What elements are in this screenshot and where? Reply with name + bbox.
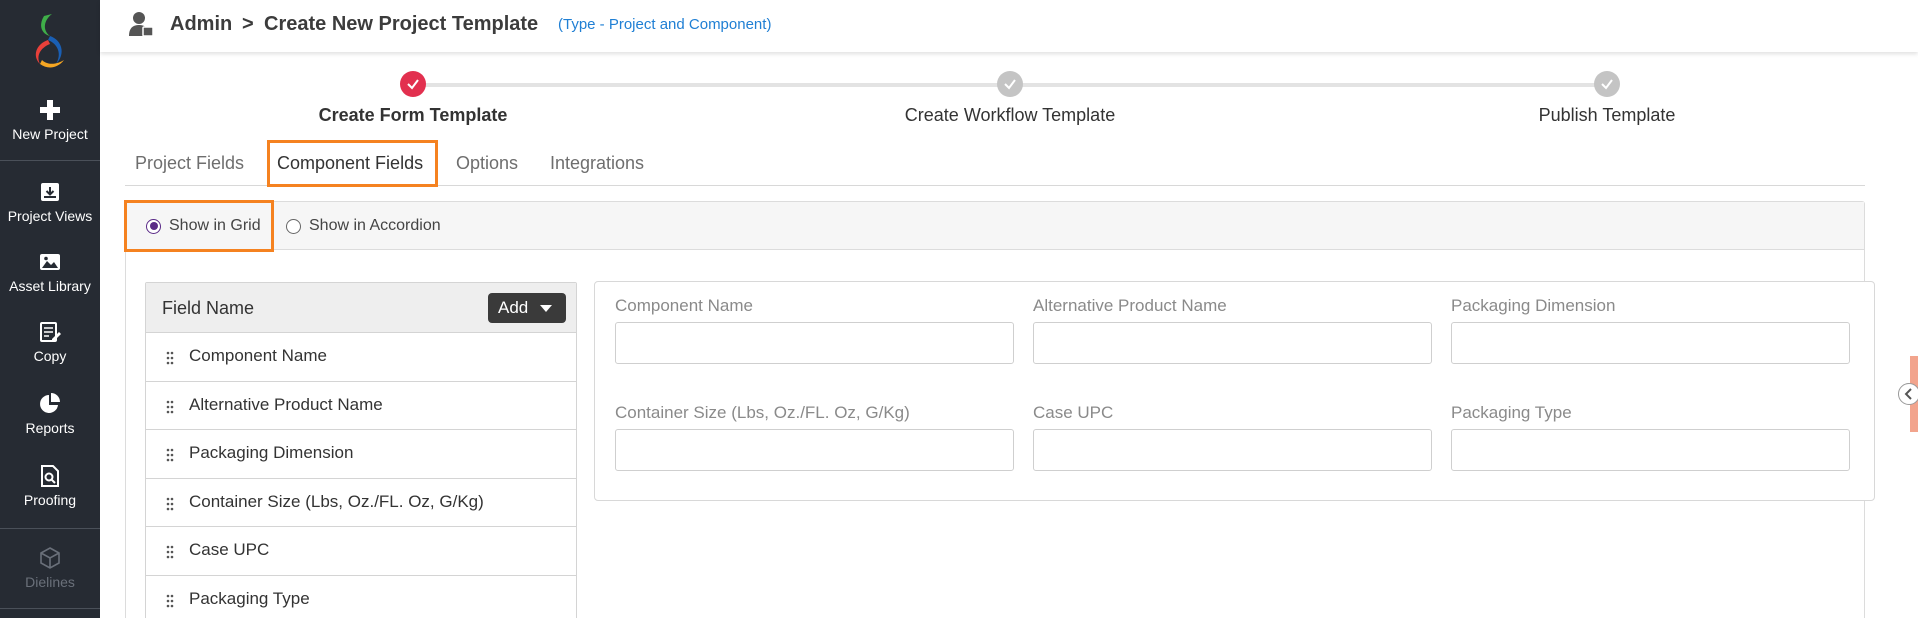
preview-field-label: Component Name xyxy=(615,296,753,315)
field-list-title: Field Name xyxy=(162,298,255,318)
step-2-label[interactable]: Create Workflow Template xyxy=(905,105,1115,126)
sidebar-item-project-views[interactable]: Project Views xyxy=(0,180,100,224)
sidebar-divider xyxy=(0,528,100,529)
sidebar-item-asset-library[interactable]: Asset Library xyxy=(0,250,100,294)
caret-down-icon xyxy=(540,304,553,312)
check-icon xyxy=(1601,79,1613,90)
tab-project-fields[interactable]: Project Fields xyxy=(135,153,244,174)
sidebar-divider xyxy=(0,608,100,609)
top-header: Admin > Create New Project Template (Typ… xyxy=(100,0,1918,52)
drag-handle-icon[interactable] xyxy=(166,400,174,414)
field-row-label: Component Name xyxy=(189,346,327,365)
sidebar-item-copy[interactable]: Copy xyxy=(0,320,100,364)
radio-unchecked-icon[interactable] xyxy=(286,218,301,234)
field-row-label: Container Size (Lbs, Oz./FL. Oz, G/Kg) xyxy=(189,491,484,511)
field-row[interactable]: Container Size (Lbs, Oz./FL. Oz, G/Kg) xyxy=(146,479,576,527)
add-field-button[interactable]: Add xyxy=(488,293,566,323)
add-button-label: Add xyxy=(498,298,529,317)
preview-field-label: Packaging Dimension xyxy=(1451,296,1616,315)
chevron-left-icon xyxy=(1904,388,1912,400)
check-icon xyxy=(1004,79,1016,90)
field-row-label: Case UPC xyxy=(189,540,270,559)
step-3-indicator xyxy=(1594,71,1620,97)
cube-icon xyxy=(40,547,60,569)
sidebar-item-label: New Project xyxy=(12,126,88,142)
admin-user-icon xyxy=(129,12,154,37)
step-2-indicator xyxy=(997,71,1023,97)
field-row-label: Packaging Type xyxy=(189,588,310,608)
drag-handle-icon[interactable] xyxy=(166,594,174,608)
preview-field-input[interactable] xyxy=(1033,322,1432,364)
radio-highlight-frame xyxy=(124,200,274,252)
radio-label: Show in Accordion xyxy=(309,217,441,234)
preview-field-input[interactable] xyxy=(1451,429,1850,471)
sidebar-item-proofing[interactable]: Proofing xyxy=(0,464,100,508)
field-row[interactable]: Packaging Dimension xyxy=(146,430,576,479)
plus-icon xyxy=(40,100,60,120)
sidebar-item-label: Copy xyxy=(33,348,67,364)
tab-options[interactable]: Options xyxy=(456,153,518,174)
preview-field-input[interactable] xyxy=(1451,322,1850,364)
sidebar-item-reports[interactable]: Reports xyxy=(0,392,100,436)
sidebar-item-label: Dielines xyxy=(25,574,75,590)
app-root: New Project Project Views Asset Library xyxy=(0,0,1918,618)
preview-field-label: Container Size (Lbs, Oz./FL. Oz, G/Kg) xyxy=(615,403,910,422)
field-row[interactable]: Case UPC xyxy=(146,527,576,576)
pie-chart-icon xyxy=(40,393,60,413)
preview-field-label: Packaging Type xyxy=(1451,403,1572,422)
step-3-label[interactable]: Publish Template xyxy=(1539,105,1676,126)
step-1-label[interactable]: Create Form Template xyxy=(319,105,508,126)
breadcrumb-separator: > xyxy=(242,13,254,35)
sidebar-item-label: Project Views xyxy=(7,208,93,224)
check-icon xyxy=(407,79,419,90)
sidebar-item-dielines[interactable]: Dielines xyxy=(0,546,100,590)
sidebar-item-label: Reports xyxy=(25,420,75,436)
field-rows: Component Name Alternative Product Name Pa… xyxy=(146,333,576,618)
preview-field-input[interactable] xyxy=(615,322,1014,364)
brand-logo-icon[interactable] xyxy=(22,10,78,72)
drag-handle-icon[interactable] xyxy=(166,448,174,462)
field-row-label: Packaging Dimension xyxy=(189,443,354,462)
drag-handle-icon[interactable] xyxy=(166,497,174,511)
edit-document-icon xyxy=(40,322,61,342)
preview-field-input[interactable] xyxy=(1033,429,1432,471)
sidebar-item-label: Proofing xyxy=(23,492,77,508)
sidebar: New Project Project Views Asset Library xyxy=(0,0,100,618)
field-row[interactable]: Packaging Type xyxy=(146,576,576,618)
step-1-indicator xyxy=(400,71,426,97)
display-mode-bar: Show in Grid Show in Accordion xyxy=(126,202,1864,250)
preview-field-label: Case UPC xyxy=(1033,403,1114,422)
sidebar-item-label: Asset Library xyxy=(9,278,91,294)
tab-integrations[interactable]: Integrations xyxy=(550,153,644,174)
drag-handle-icon[interactable] xyxy=(166,545,174,559)
drag-handle-icon[interactable] xyxy=(166,351,174,365)
field-list: Field Name Add Component Name Alternative… xyxy=(145,282,577,618)
field-row-label: Alternative Product Name xyxy=(189,394,383,414)
sidebar-item-new-project[interactable]: New Project xyxy=(0,98,100,142)
field-row[interactable]: Alternative Product Name xyxy=(146,382,576,430)
radio-show-in-accordion[interactable]: Show in Accordion xyxy=(286,217,441,235)
collapse-toggle-button[interactable] xyxy=(1898,383,1918,405)
archive-icon xyxy=(41,183,59,201)
sidebar-divider xyxy=(0,160,100,161)
page-title: Create New Project Template xyxy=(264,13,539,35)
form-preview: Component Name Alternative Product Name Pa… xyxy=(594,281,1875,501)
field-row[interactable]: Component Name xyxy=(146,333,576,382)
preview-field-label: Alternative Product Name xyxy=(1033,296,1227,315)
tab-highlight-frame xyxy=(267,140,438,187)
template-type-note: (Type - Project and Component) xyxy=(558,16,772,33)
image-icon xyxy=(40,254,60,270)
field-list-header: Field Name Add xyxy=(146,283,576,333)
search-document-icon xyxy=(41,465,59,487)
preview-field-input[interactable] xyxy=(615,429,1014,471)
breadcrumb-section[interactable]: Admin xyxy=(170,13,232,36)
